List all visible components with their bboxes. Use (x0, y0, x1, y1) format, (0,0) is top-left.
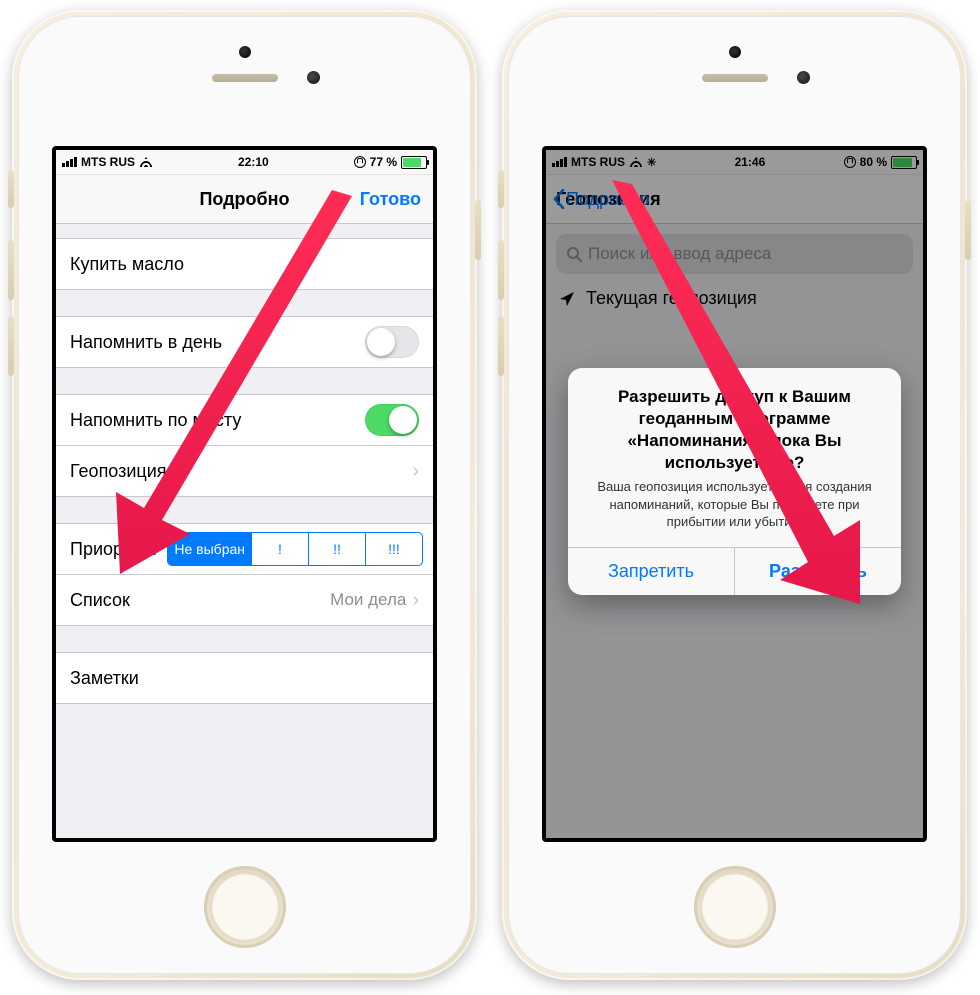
proximity-sensor (729, 46, 741, 58)
mute-switch (8, 170, 14, 208)
notes-row[interactable]: Заметки (56, 653, 433, 703)
front-camera (797, 71, 810, 84)
screen-left: MTS RUS 22:10 77 % Подробно Готово (52, 146, 437, 842)
location-label: Геопозиция (70, 461, 412, 482)
battery-icon (401, 156, 427, 169)
priority-label: Приоритет (70, 539, 159, 560)
nav-title: Подробно (199, 189, 289, 210)
signal-icon (62, 157, 77, 167)
status-bar: MTS RUS 22:10 77 % (56, 150, 433, 175)
wifi-icon (139, 157, 153, 167)
priority-option-3[interactable]: !!! (365, 533, 422, 565)
permission-alert: Разрешить доступ к Вашим геоданным прогр… (568, 368, 901, 595)
list-label: Список (70, 590, 330, 611)
reminder-title-text: Купить масло (70, 254, 419, 275)
priority-option-none[interactable]: Не выбран (168, 533, 251, 565)
volume-down-button (498, 316, 504, 376)
phone-right: MTS RUS ✳︎ 21:46 80 % Подробно (502, 10, 967, 980)
alert-message: Ваша геопозиция используется для создани… (568, 478, 901, 547)
power-button (965, 200, 971, 260)
phone-left: MTS RUS 22:10 77 % Подробно Готово (12, 10, 477, 980)
volume-up-button (8, 240, 14, 300)
clock: 22:10 (238, 155, 269, 169)
chevron-right-icon: › (412, 460, 419, 483)
priority-option-1[interactable]: ! (251, 533, 308, 565)
list-value: Мои дела (330, 590, 406, 610)
priority-segmented[interactable]: Не выбран ! !! !!! (167, 532, 423, 566)
done-button[interactable]: Готово (360, 189, 421, 210)
home-button[interactable] (694, 866, 776, 948)
remind-on-day-row: Напомнить в день (56, 317, 433, 367)
home-button[interactable] (204, 866, 286, 948)
carrier-label: MTS RUS (81, 155, 135, 169)
chevron-right-icon: › (412, 589, 419, 612)
reminder-title-field[interactable]: Купить масло (56, 239, 433, 289)
screen-right: MTS RUS ✳︎ 21:46 80 % Подробно (542, 146, 927, 842)
remind-at-location-switch[interactable] (365, 404, 419, 436)
priority-row: Приоритет Не выбран ! !! !!! (56, 524, 433, 574)
front-camera (307, 71, 320, 84)
power-button (475, 200, 481, 260)
rotation-lock-icon (354, 156, 366, 168)
mute-switch (498, 170, 504, 208)
earpiece-speaker (702, 74, 768, 82)
notes-label: Заметки (70, 668, 419, 689)
remind-at-location-row: Напомнить по месту (56, 395, 433, 445)
alert-allow-button[interactable]: Разрешить (735, 548, 901, 595)
alert-title: Разрешить доступ к Вашим геоданным прогр… (568, 368, 901, 478)
remind-at-location-label: Напомнить по месту (70, 410, 365, 431)
remind-on-day-label: Напомнить в день (70, 332, 365, 353)
proximity-sensor (239, 46, 251, 58)
alert-deny-button[interactable]: Запретить (568, 548, 735, 595)
battery-percent: 77 % (370, 155, 397, 169)
volume-down-button (8, 316, 14, 376)
list-row[interactable]: Список Мои дела › (56, 574, 433, 625)
earpiece-speaker (212, 74, 278, 82)
nav-bar: Подробно Готово (56, 175, 433, 224)
remind-on-day-switch[interactable] (365, 326, 419, 358)
priority-option-2[interactable]: !! (308, 533, 365, 565)
location-row[interactable]: Геопозиция › (56, 445, 433, 496)
volume-up-button (498, 240, 504, 300)
